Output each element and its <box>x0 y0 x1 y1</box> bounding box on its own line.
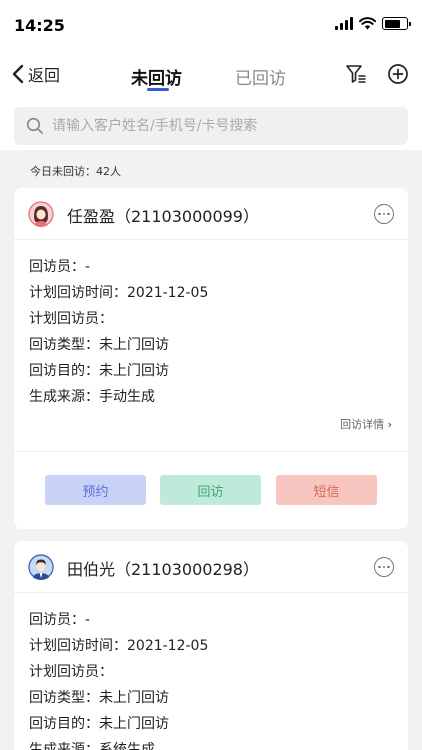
male-avatar <box>28 554 54 580</box>
female-avatar <box>28 201 54 227</box>
field-planned-time: 计划回访时间：2021-12-05 <box>29 285 209 301</box>
card-body: 回访员：- 计划回访时间：2021-12-05 计划回访员： 回访类型：未上门回… <box>14 593 408 750</box>
visit-card[interactable]: 田伯光（21103000298） 回访员：- 计划回访时间：2021-12-05… <box>14 541 408 750</box>
search-input[interactable] <box>52 118 382 134</box>
visit-detail-label: 回访详情 <box>340 418 385 431</box>
search-bar[interactable] <box>14 107 408 145</box>
book-button[interactable]: 预约 <box>45 475 146 505</box>
visit-card[interactable]: 任盈盈（21103000099） 回访员：- 计划回访时间：2021-12-05… <box>14 188 408 529</box>
wifi-icon <box>359 17 376 30</box>
filter-icon[interactable] <box>345 63 367 85</box>
field-visit-purpose: 回访目的：未上门回访 <box>29 363 169 379</box>
field-visitor: 回访员：- <box>29 259 91 275</box>
tab-active-indicator <box>147 88 169 91</box>
tab-unvisited[interactable]: 未回访 <box>131 64 182 89</box>
field-source: 生成来源：系统生成 <box>29 742 155 750</box>
field-visitor: 回访员：- <box>29 612 91 628</box>
status-time: 14:25 <box>14 16 65 35</box>
card-body: 回访员：- 计划回访时间：2021-12-05 计划回访员： 回访类型：未上门回… <box>14 240 408 413</box>
field-visit-type: 回访类型：未上门回访 <box>29 337 169 353</box>
more-options-icon[interactable] <box>374 557 394 577</box>
visit-button[interactable]: 回访 <box>160 475 261 505</box>
battery-icon <box>382 17 411 30</box>
header-area: 14:25 返回 未回访 已回访 <box>0 0 422 150</box>
customer-name: 田伯光（21103000298） <box>67 560 259 579</box>
status-icons <box>335 17 411 30</box>
field-source: 生成来源：手动生成 <box>29 389 155 405</box>
more-options-icon[interactable] <box>374 204 394 224</box>
field-visit-type: 回访类型：未上门回访 <box>29 690 169 706</box>
back-button[interactable]: 返回 <box>12 62 60 86</box>
tab-visited[interactable]: 已回访 <box>235 64 286 89</box>
status-bar: 14:25 <box>0 0 422 50</box>
field-planned-time: 计划回访时间：2021-12-05 <box>29 638 209 654</box>
search-icon <box>26 117 43 134</box>
add-icon[interactable] <box>387 63 409 85</box>
field-visit-purpose: 回访目的：未上门回访 <box>29 716 169 732</box>
visit-detail-link[interactable]: 回访详情 › <box>340 416 392 432</box>
back-label: 返回 <box>28 66 61 85</box>
unvisited-count: 今日未回访：42人 <box>30 165 121 178</box>
card-header: 田伯光（21103000298） <box>14 541 408 593</box>
field-planned-visitor: 计划回访员： <box>29 311 113 327</box>
chevron-right-icon: › <box>387 418 392 431</box>
signal-icon <box>335 17 353 30</box>
nav-bar: 返回 未回访 已回访 <box>0 50 422 100</box>
chevron-left-icon <box>12 64 24 84</box>
customer-name: 任盈盈（21103000099） <box>67 207 259 226</box>
field-planned-visitor: 计划回访员： <box>29 664 113 680</box>
card-divider <box>14 451 408 452</box>
sms-button[interactable]: 短信 <box>276 475 377 505</box>
card-header: 任盈盈（21103000099） <box>14 188 408 240</box>
